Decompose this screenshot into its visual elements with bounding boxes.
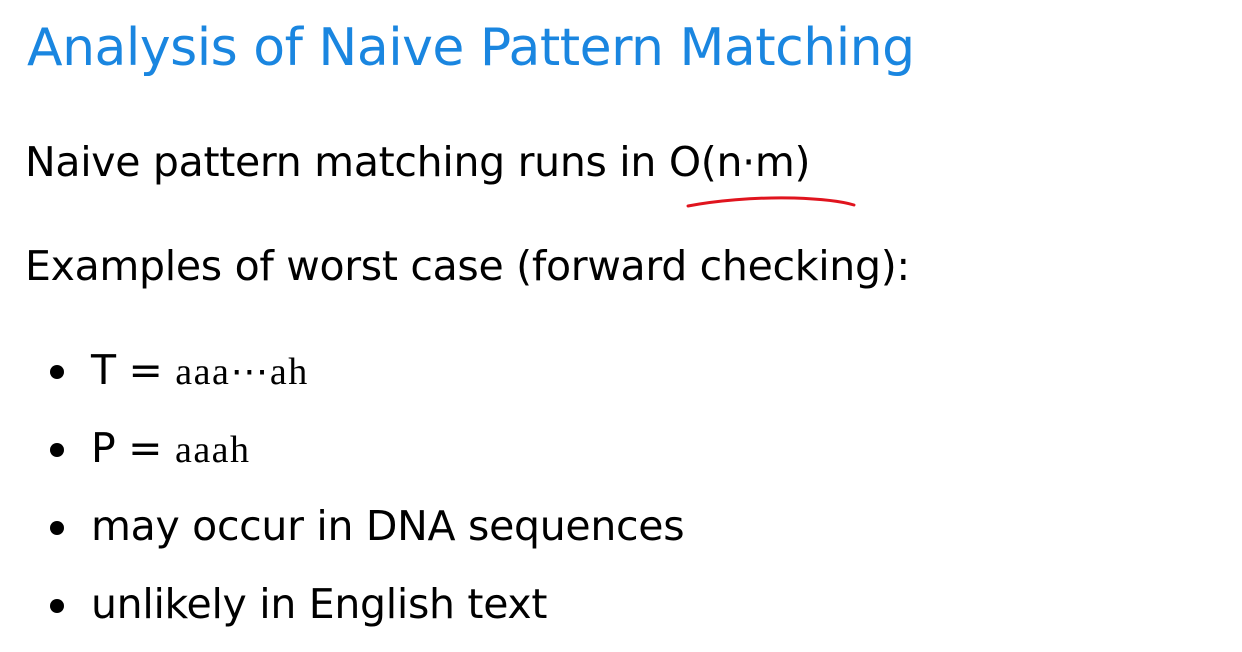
bullet-label: T = xyxy=(91,346,176,394)
bullet-english-text: unlikely in English text xyxy=(91,580,548,628)
complexity-statement: Naive pattern matching runs in O(n·m) xyxy=(25,134,811,190)
slide: Analysis of Naive Pattern Matching Naive… xyxy=(0,0,1242,647)
bullet-dot-icon xyxy=(50,521,64,535)
bullet-dot-icon xyxy=(50,443,64,457)
handwritten-underline-annotation xyxy=(686,196,856,208)
bullet-dot-icon xyxy=(50,599,64,613)
bullet-label: P = xyxy=(91,424,175,472)
bullet-dna-text: may occur in DNA sequences xyxy=(91,502,685,550)
bullet-dot-icon xyxy=(50,365,64,379)
slide-title: Analysis of Naive Pattern Matching xyxy=(27,18,915,78)
pattern-string-value: aaah xyxy=(174,429,251,471)
complexity-statement-text: Naive pattern matching runs in xyxy=(25,138,669,186)
text-string-value: aaa⋯ah xyxy=(175,351,309,393)
annotation-stroke xyxy=(686,196,856,208)
complexity-notation: O(n·m) xyxy=(668,138,811,186)
worst-case-heading: Examples of worst case (forward checking… xyxy=(25,242,910,290)
